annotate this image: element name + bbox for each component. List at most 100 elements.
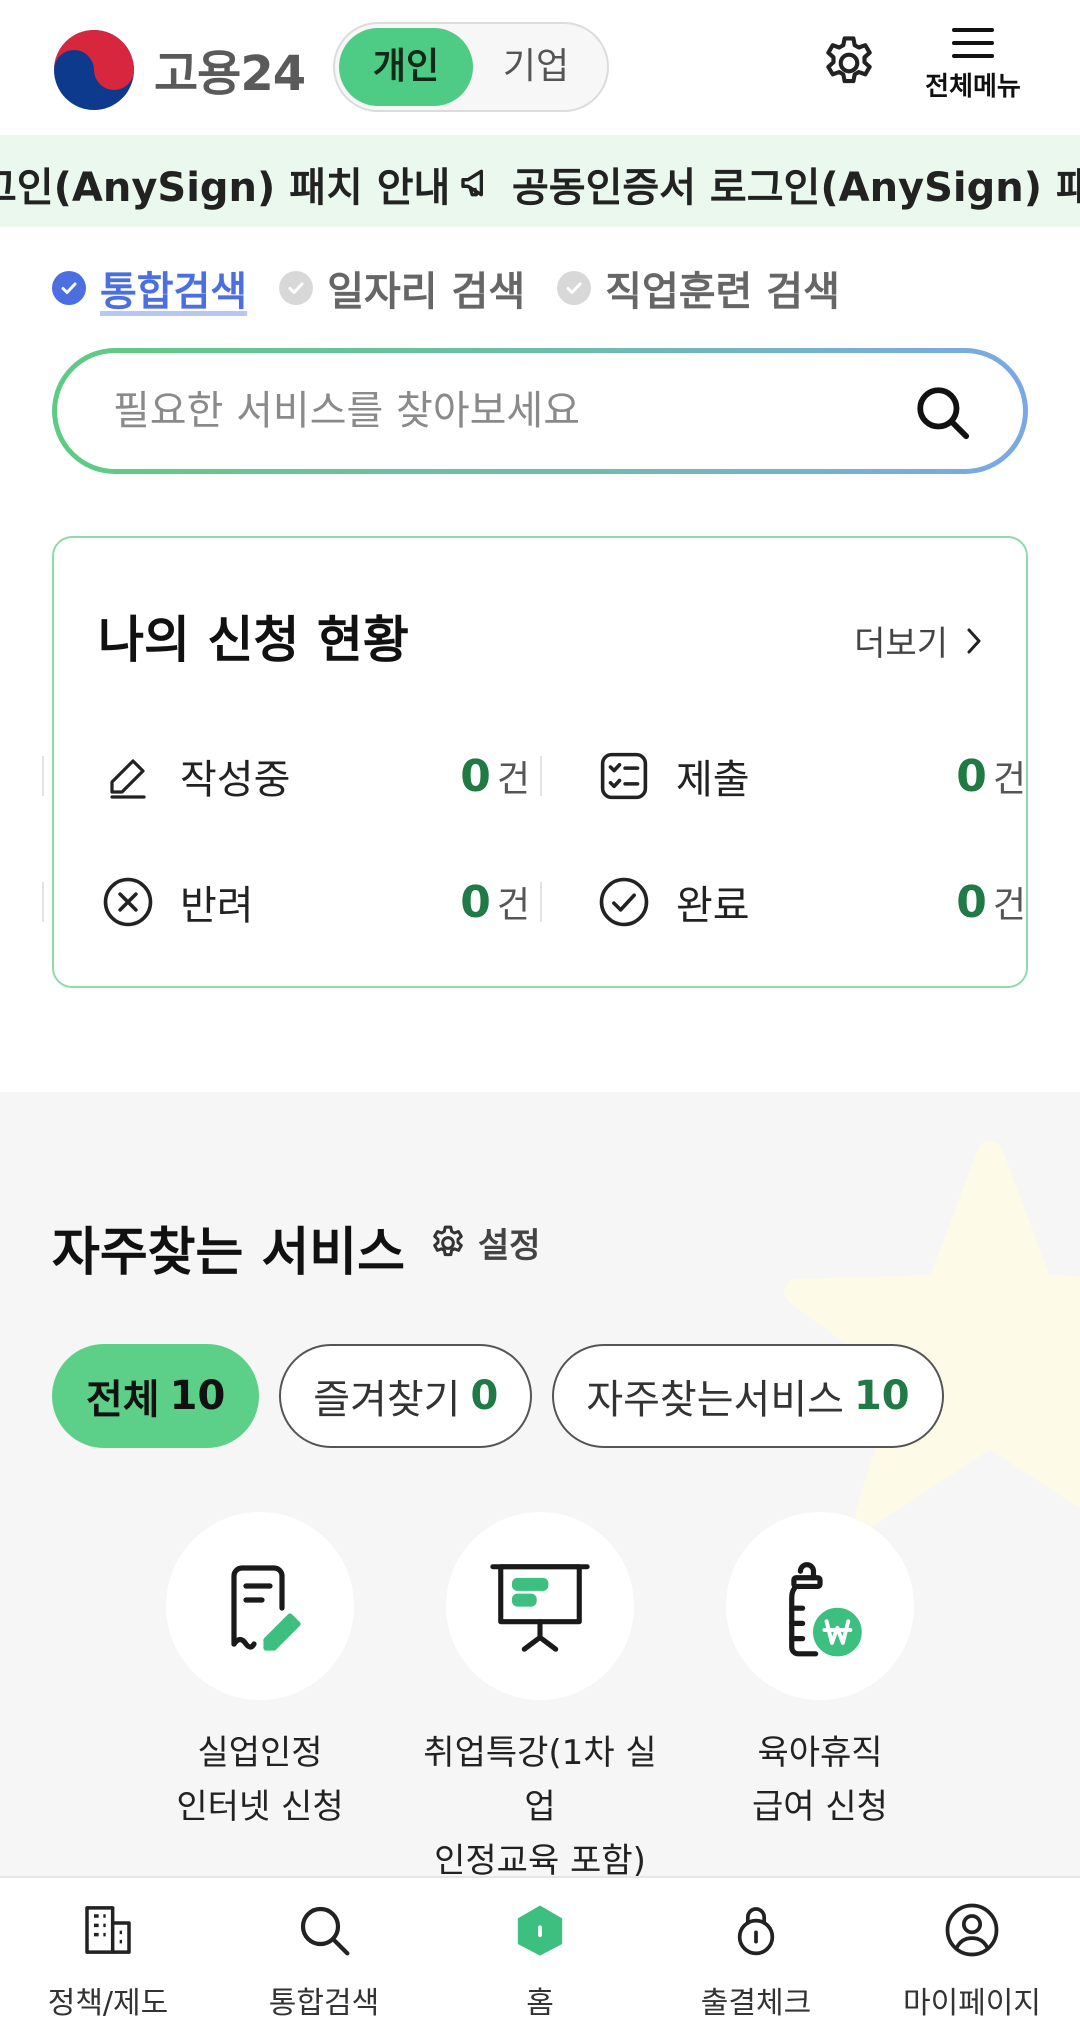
tab-label: 통합검색: [100, 269, 248, 315]
service-unemployment-recognition[interactable]: 실업인정 인터넷 신청: [130, 1512, 390, 1834]
service-icon-circle: [166, 1512, 354, 1700]
chip-count: 10: [853, 1373, 910, 1419]
service-name-line: 인터넷 신청: [176, 1787, 344, 1827]
presentation-board-icon: [490, 1564, 590, 1652]
stat-unit: 건: [496, 759, 530, 800]
frequent-services-section: 자주찾는 서비스 설정 전체 10 즐겨찾기 0 자주찾는서비스 10 실업인정…: [0, 1092, 1080, 1876]
stat-unit: 건: [496, 885, 530, 926]
more-label: 더보기: [854, 624, 948, 664]
chip-label: 즐겨찾기: [313, 1377, 461, 1423]
notice-ticker[interactable]: 그인(AnySign) 패치 안내 공동인증서 로그인(AnySign) 패치: [0, 135, 1080, 227]
applications-title: 나의 신청 현황: [98, 611, 409, 669]
chip-favorites[interactable]: 즐겨찾기 0: [279, 1344, 533, 1448]
tab-job-search[interactable]: 일자리 검색: [279, 259, 525, 317]
check-circle-icon: [52, 271, 86, 305]
checklist-icon: [596, 748, 652, 804]
search-icon: [300, 1906, 350, 1956]
gear-icon: [433, 1225, 463, 1256]
service-name: 육아휴직 급여 신청: [690, 1726, 950, 1834]
stat-rejected[interactable]: 반려 0 건: [100, 872, 530, 932]
chip-label: 자주찾는서비스: [586, 1377, 844, 1423]
notice-text-current[interactable]: 공동인증서 로그인(AnySign) 패치: [512, 155, 1080, 213]
chip-label: 전체: [86, 1377, 160, 1423]
divider: [540, 882, 542, 922]
nav-home[interactable]: 홈: [432, 1878, 648, 2037]
search-input[interactable]: [113, 353, 873, 469]
x-circle-icon: [100, 874, 156, 930]
hamburger-icon: [952, 28, 994, 58]
brand-name[interactable]: 고용24: [154, 34, 306, 104]
tab-training-search[interactable]: 직업훈련 검색: [557, 259, 840, 317]
tab-integrated-search[interactable]: 통합검색: [52, 259, 247, 317]
stat-in-progress[interactable]: 작성중 0 건: [100, 746, 530, 806]
search-box: [52, 348, 1028, 474]
search-box-inner: [57, 353, 1023, 469]
chevron-right-icon: [967, 628, 981, 653]
nav-label: 홈: [526, 1986, 554, 2021]
pencil-icon: [100, 748, 156, 804]
divider: [42, 756, 44, 796]
stat-count: 0: [460, 876, 491, 928]
service-icon-circle: [726, 1512, 914, 1700]
stat-label: 작성중: [180, 757, 291, 803]
settings-gear-icon[interactable]: [818, 32, 880, 94]
nav-integrated-search[interactable]: 통합검색: [216, 1878, 432, 2037]
service-name-line: 실업인정: [197, 1733, 323, 1773]
baby-bottle-won-icon: [789, 1562, 862, 1657]
chip-all[interactable]: 전체 10: [52, 1344, 260, 1448]
stat-count: 0: [956, 750, 987, 802]
top-header: 고용24 개인 기업 전체메뉴: [0, 0, 1080, 135]
nav-label: 마이페이지: [903, 1986, 1041, 2021]
service-name-line: 급여 신청: [752, 1787, 888, 1827]
tab-label: 일자리 검색: [327, 269, 526, 315]
settings-link[interactable]: 설정: [428, 1218, 541, 1267]
stat-label: 반려: [180, 883, 254, 929]
nav-attendance[interactable]: 출결체크: [648, 1878, 864, 2037]
toggle-business[interactable]: 기업: [469, 28, 603, 106]
chip-count: 0: [470, 1373, 499, 1419]
service-icon-circle: [446, 1512, 634, 1700]
megaphone-icon: [461, 169, 483, 197]
home-icon: [517, 1905, 563, 1956]
service-name-line: 육아휴직: [757, 1733, 883, 1773]
service-employment-lecture[interactable]: 취업특강(1차 실업 인정교육 포함): [410, 1512, 670, 1876]
document-edit-icon: [231, 1565, 301, 1651]
more-link[interactable]: 더보기: [854, 616, 982, 665]
chip-count: 10: [169, 1373, 226, 1419]
stat-count: 0: [956, 876, 987, 928]
all-menu-button[interactable]: 전체메뉴: [918, 26, 1028, 112]
star-decoration-icon: [784, 1140, 1080, 1527]
search-icon[interactable]: [913, 383, 971, 441]
check-circle-icon: [279, 271, 314, 305]
service-name-line: 인정교육 포함): [434, 1841, 646, 1876]
building-icon: [85, 1906, 131, 1954]
stat-completed[interactable]: 완료 0 건: [596, 872, 1026, 932]
chip-frequent[interactable]: 자주찾는서비스 10: [552, 1344, 944, 1448]
check-circle-outline-icon: [596, 874, 652, 930]
service-name-line: 취업특강(1차 실업: [423, 1733, 657, 1827]
stat-count: 0: [460, 750, 491, 802]
lock-icon: [737, 1907, 775, 1956]
notice-text-previous[interactable]: 그인(AnySign) 패치 안내: [0, 155, 450, 213]
nav-label: 정책/제도: [47, 1986, 169, 2021]
check-circle-icon: [557, 271, 592, 305]
settings-label: 설정: [478, 1226, 541, 1266]
my-applications-card: 나의 신청 현황 더보기 작성중 0 건 제출 0 건 반려 0 건 완료 0 …: [42, 536, 1028, 988]
stat-submitted[interactable]: 제출 0 건: [596, 746, 1026, 806]
divider: [540, 756, 542, 796]
stat-unit: 건: [992, 885, 1026, 926]
all-menu-label: 전체메뉴: [925, 72, 1021, 102]
nav-policy[interactable]: 정책/제도: [0, 1878, 216, 2037]
section-title: 자주찾는 서비스: [52, 1223, 405, 1283]
service-parental-leave[interactable]: 육아휴직 급여 신청: [690, 1512, 950, 1834]
nav-mypage[interactable]: 마이페이지: [864, 1878, 1080, 2037]
divider: [42, 882, 44, 922]
toggle-personal[interactable]: 개인: [339, 28, 473, 106]
filter-chips: 전체 10 즐겨찾기 0 자주찾는서비스 10: [52, 1344, 964, 1448]
tab-label: 직업훈련 검색: [605, 269, 840, 315]
user-type-toggle: 개인 기업: [333, 22, 609, 112]
nav-label: 통합검색: [268, 1986, 380, 2021]
stat-unit: 건: [992, 759, 1026, 800]
search-type-tabs: 통합검색 일자리 검색 직업훈련 검색: [52, 259, 872, 317]
government-logo-icon[interactable]: [52, 28, 136, 112]
